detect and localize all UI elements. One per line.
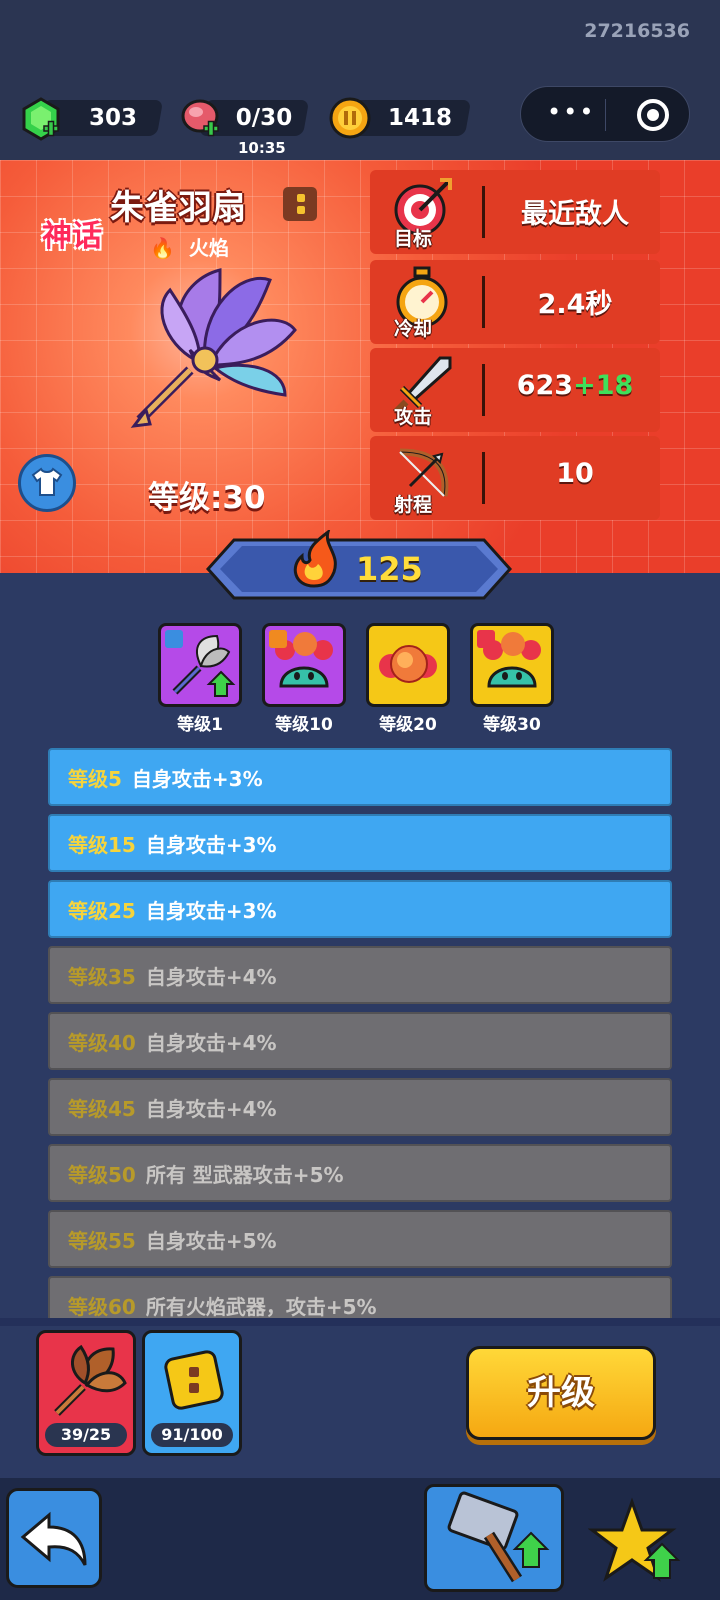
back-button[interactable] [6, 1488, 102, 1588]
bonus-row: 等级60 所有火焰武器，攻击+5% [48, 1276, 672, 1320]
stat-value: 10 [490, 458, 660, 489]
bonus-level: 等级45 [68, 1097, 136, 1121]
stat-divider [482, 364, 485, 416]
energy-timer: 10:35 [238, 139, 286, 157]
stat-value-text: 最近敌人 [521, 199, 629, 230]
bonus-row: 等级50 所有 型武器攻击+5% [48, 1144, 672, 1202]
bonus-level: 等级50 [68, 1163, 136, 1187]
upgrade-button[interactable]: 升级 [466, 1346, 656, 1440]
stat-target: 目标 最近敌人 [370, 170, 660, 254]
gem-icon [22, 97, 60, 141]
feather-fan-icon [130, 268, 297, 428]
meat-icon [181, 99, 219, 137]
skill-slot-4[interactable] [470, 623, 554, 707]
more-icon[interactable]: ••• [547, 98, 595, 126]
weapon-type-icon [283, 187, 317, 221]
bonus-text: 自身攻击+3% [145, 899, 277, 923]
bonus-level: 等级5 [68, 767, 122, 791]
stat-value-text: 623 [516, 370, 574, 401]
power-banner: 125 [206, 530, 512, 600]
star-upgrade-button[interactable] [587, 1496, 682, 1590]
skill-slot-1[interactable] [158, 623, 242, 707]
upgrade-label: 升级 [527, 1373, 595, 1413]
forge-button[interactable] [424, 1484, 564, 1592]
bonus-text: 自身攻击+5% [145, 1229, 277, 1253]
bonus-level: 等级15 [68, 833, 136, 857]
bonus-row: 等级55 自身攻击+5% [48, 1210, 672, 1268]
material-count: 91/100 [151, 1423, 233, 1447]
skin-button[interactable] [18, 454, 76, 512]
capsule-divider [605, 99, 606, 131]
stat-divider [482, 276, 485, 328]
bonus-text: 自身攻击+3% [131, 767, 263, 791]
rarity-badge: 神话 [42, 220, 102, 254]
bonus-row: 等级25 自身攻击+3% [48, 880, 672, 938]
star-upgrade-icon [587, 1497, 681, 1582]
bonus-text: 所有火焰武器，攻击+5% [145, 1295, 377, 1319]
user-id: 27216536 [584, 20, 690, 42]
bonus-row: 等级45 自身攻击+4% [48, 1078, 672, 1136]
weapon-name: 朱雀羽扇 [110, 188, 246, 228]
skill-level-label: 等级10 [275, 715, 333, 735]
bonus-text: 自身攻击+4% [145, 1031, 277, 1055]
stat-label: 目标 [394, 228, 433, 250]
skill-slot-2[interactable] [262, 623, 346, 707]
shirt-icon [31, 467, 63, 496]
flame-icon [293, 530, 337, 588]
stat-value: 623+18 [490, 370, 660, 401]
bonus-level: 等级40 [68, 1031, 136, 1055]
material-type-token[interactable]: 91/100 [142, 1330, 242, 1456]
stat-value-text: 2.4秒 [537, 289, 613, 320]
bonus-row: 等级40 自身攻击+4% [48, 1012, 672, 1070]
skill-level-label: 等级30 [483, 715, 541, 735]
fire-element-icon [477, 630, 495, 648]
hammer-upgrade-icon [447, 1491, 550, 1583]
skill-level-label: 等级1 [177, 715, 223, 735]
coin-icon [329, 97, 371, 139]
bonus-row: 等级35 自身攻击+4% [48, 946, 672, 1004]
bonus-text: 所有 型武器攻击+5% [145, 1163, 344, 1187]
fire-element-icon [269, 630, 287, 648]
bonus-row: 等级5 自身攻击+3% [48, 748, 672, 806]
weapon-hero-panel: 神话 朱雀羽扇 🔥 火焰 等级:30 目标 最近敌人 冷却 2.4秒 攻击 62… [0, 160, 720, 573]
stat-range: 射程 10 [370, 436, 660, 520]
stat-divider [482, 452, 485, 504]
stat-value: 最近敌人 [490, 192, 660, 231]
type-token-icon [164, 1350, 224, 1410]
skill-level-label: 等级20 [379, 715, 437, 735]
bonus-level: 等级25 [68, 899, 136, 923]
close-target-icon[interactable] [637, 99, 669, 131]
stat-value-text: 10 [556, 458, 594, 489]
power-value: 125 [356, 550, 423, 588]
bonus-row: 等级15 自身攻击+3% [48, 814, 672, 872]
bonus-text: 自身攻击+4% [145, 965, 277, 989]
top-bar: 27216536 303 0/30 10:35 1418 ••• [0, 0, 720, 160]
material-count: 39/25 [45, 1423, 127, 1447]
rarity-text: 神话 [42, 219, 102, 254]
material-fan-shard[interactable]: 39/25 [36, 1330, 136, 1456]
stat-label: 射程 [394, 494, 433, 516]
bonus-level: 等级35 [68, 965, 136, 989]
stat-attack: 攻击 623+18 [370, 348, 660, 432]
stat-value: 2.4秒 [490, 282, 660, 321]
miniprogram-capsule: ••• [520, 86, 690, 142]
bonus-level: 等级60 [68, 1295, 136, 1319]
explosion-icon [379, 645, 437, 683]
back-arrow-icon [20, 1511, 87, 1566]
fan-shard-icon [54, 1344, 127, 1416]
stat-cooldown: 冷却 2.4秒 [370, 260, 660, 344]
list-bottom-edge [0, 1318, 720, 1326]
stat-label: 冷却 [394, 318, 433, 340]
ice-element-icon [165, 630, 183, 648]
stat-label: 攻击 [394, 406, 433, 428]
skill-slot-3[interactable] [366, 623, 450, 707]
bonus-text: 自身攻击+3% [145, 833, 277, 857]
bonus-text: 自身攻击+4% [145, 1097, 277, 1121]
stat-divider [482, 186, 485, 238]
bonus-level: 等级55 [68, 1229, 136, 1253]
weapon-level: 等级:30 [148, 480, 266, 516]
stat-bonus: +18 [573, 370, 634, 401]
